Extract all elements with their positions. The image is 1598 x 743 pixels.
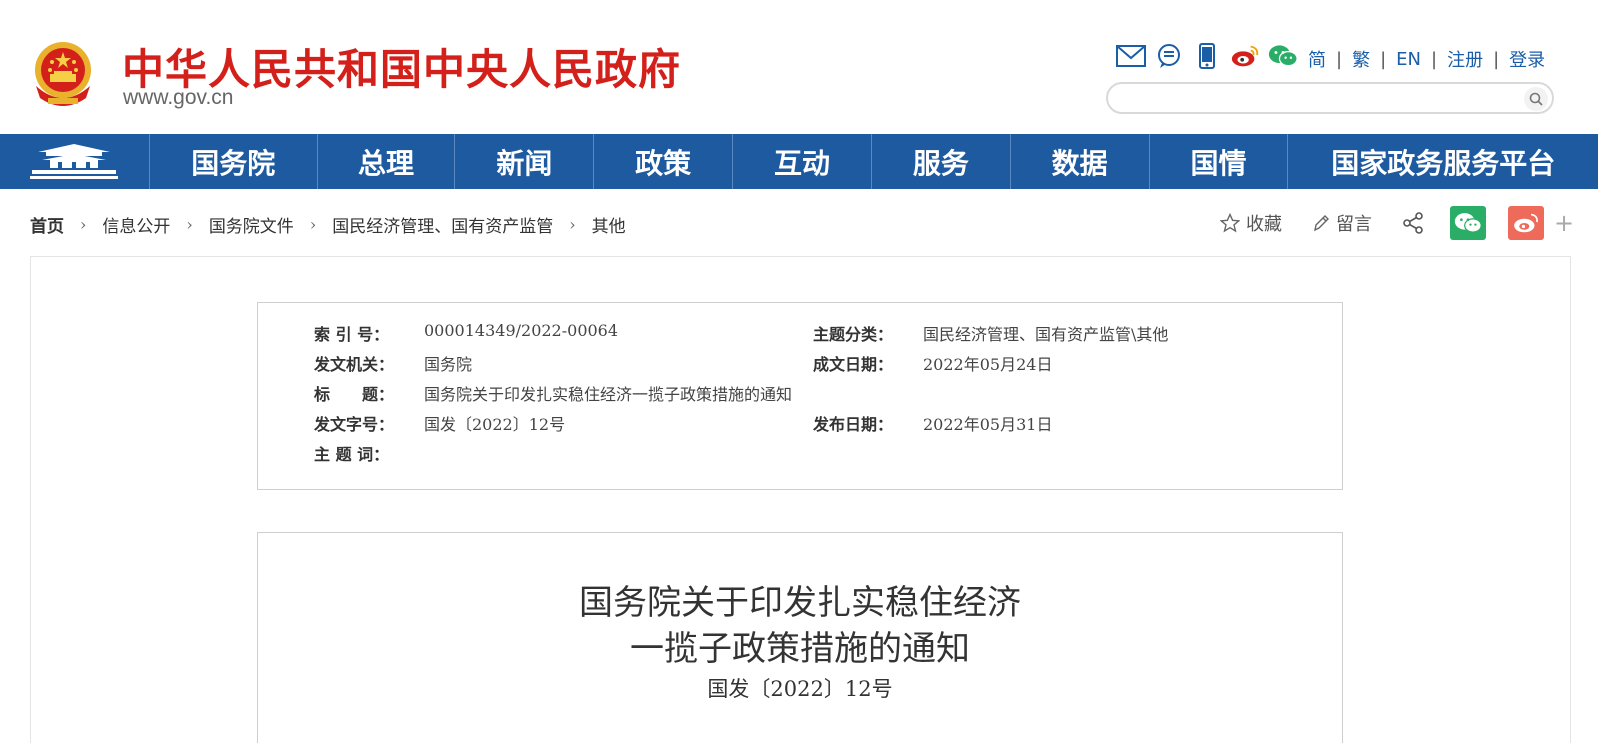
chat-icon[interactable] [1154, 42, 1184, 70]
document-title-line-1: 国务院关于印发扎实稳住经济 [579, 583, 1021, 623]
nav-item-interaction[interactable]: 互动 [733, 134, 872, 189]
meta-publish-date-value: 2022年05月31日 [923, 415, 1053, 434]
meta-title-row: 标 题： 国务院关于印发扎实稳住经济一揽子政策措施的通知 [314, 381, 792, 405]
nav-item-policy[interactable]: 政策 [594, 134, 734, 189]
chevron-right-icon: › [309, 215, 317, 234]
document-metadata: 索 引 号： 000014349/2022-00064 主题分类： 国民经济管理… [257, 302, 1343, 490]
share-button[interactable] [1402, 212, 1430, 234]
breadcrumb-home[interactable]: 首页 [30, 212, 64, 237]
mail-icon[interactable] [1116, 42, 1146, 70]
language-links: 简 | 繁 | EN | 注册 | 登录 [1308, 46, 1545, 72]
meta-index-label: 索 引 号： [314, 325, 390, 344]
mobile-icon[interactable] [1192, 42, 1222, 70]
favorite-label: 收藏 [1246, 214, 1282, 235]
meta-index-row: 索 引 号： 000014349/2022-00064 [314, 321, 618, 345]
document-number: 国发〔2022〕12号 [707, 677, 893, 701]
meta-written-date-label: 成文日期： [813, 355, 894, 374]
nav-item-premier[interactable]: 总理 [318, 134, 456, 189]
meta-keywords-row: 主 题 词： [314, 441, 424, 465]
top-icon-bar [1116, 42, 1298, 70]
nav-item-national-profile[interactable]: 国情 [1150, 134, 1289, 189]
nav-item-news[interactable]: 新闻 [455, 134, 595, 189]
breadcrumb-category[interactable]: 国民经济管理、国有资产监管 [332, 212, 553, 237]
meta-doc-no-label: 发文字号： [314, 415, 395, 434]
nav-item-data[interactable]: 数据 [1011, 134, 1150, 189]
login-link[interactable]: 登录 [1509, 46, 1545, 72]
separator: | [1493, 48, 1500, 70]
national-emblem-icon[interactable] [30, 40, 96, 112]
nav-item-services[interactable]: 服务 [872, 134, 1011, 189]
document-body: 国务院关于印发扎实稳住经济 一揽子政策措施的通知 国发〔2022〕12号 [257, 532, 1343, 743]
document-title-line-2: 一揽子政策措施的通知 [630, 629, 970, 669]
more-share-button[interactable]: + [1554, 209, 1574, 237]
simplified-chinese-link[interactable]: 简 [1308, 46, 1326, 72]
search-button[interactable] [1524, 87, 1548, 111]
breadcrumb-info-public[interactable]: 信息公开 [102, 212, 170, 237]
star-icon [1220, 213, 1240, 233]
weibo-icon [1514, 213, 1538, 233]
meta-topic-row: 主题分类： 国民经济管理、国有资产监管\其他 [813, 321, 1168, 345]
comment-button[interactable]: 留言 [1312, 210, 1372, 236]
chevron-right-icon: › [569, 215, 576, 234]
meta-publish-date-row: 发布日期： 2022年05月31日 [813, 411, 1052, 435]
site-header: 中华人民共和国中央人民政府 www.gov.cn 简 | 繁 | EN | 注册… [0, 0, 1598, 134]
english-link[interactable]: EN [1396, 49, 1421, 70]
comment-label: 留言 [1336, 214, 1372, 235]
separator: | [1431, 48, 1438, 70]
weibo-icon[interactable] [1230, 42, 1260, 70]
traditional-chinese-link[interactable]: 繁 [1352, 46, 1370, 72]
meta-publish-date-label: 发布日期： [813, 415, 894, 434]
breadcrumb-council-docs[interactable]: 国务院文件 [209, 212, 294, 237]
meta-title-value: 国务院关于印发扎实稳住经济一揽子政策措施的通知 [424, 385, 793, 404]
search-icon [1529, 92, 1543, 106]
share-weibo-button[interactable] [1508, 206, 1544, 240]
pencil-icon [1314, 215, 1329, 232]
article-tools: 收藏 留言 + [1220, 206, 1574, 240]
breadcrumb-other[interactable]: 其他 [592, 212, 626, 237]
separator: | [1380, 48, 1387, 70]
meta-issuer-label: 发文机关： [314, 355, 395, 374]
meta-title-label: 标 题： [314, 385, 395, 404]
meta-keywords-label: 主 题 词： [314, 445, 390, 464]
breadcrumb: 首页 › 信息公开 › 国务院文件 › 国民经济管理、国有资产监管 › 其他 [30, 212, 626, 237]
meta-index-value: 000014349/2022-00064 [424, 321, 619, 340]
share-wechat-button[interactable] [1450, 206, 1486, 240]
meta-doc-no-value: 国发〔2022〕12号 [424, 415, 566, 434]
chevron-right-icon: › [186, 215, 193, 234]
search-box [1106, 82, 1554, 114]
site-url[interactable]: www.gov.cn [123, 86, 234, 110]
meta-topic-label: 主题分类： [813, 325, 894, 344]
meta-issuer-value: 国务院 [424, 355, 473, 374]
share-icon [1403, 212, 1423, 234]
chevron-right-icon: › [80, 215, 87, 234]
nav-item-gov-service-platform[interactable]: 国家政务服务平台 [1288, 134, 1598, 189]
search-input[interactable] [1122, 88, 1502, 110]
nav-item-state-council[interactable]: 国务院 [150, 134, 318, 189]
register-link[interactable]: 注册 [1447, 46, 1483, 72]
favorite-button[interactable]: 收藏 [1220, 210, 1282, 236]
meta-written-date-row: 成文日期： 2022年05月24日 [813, 351, 1052, 375]
main-nav: 国务院 总理 新闻 政策 互动 服务 数据 国情 国家政务服务平台 [0, 134, 1598, 189]
separator: | [1336, 48, 1343, 70]
meta-doc-no-row: 发文字号： 国发〔2022〕12号 [314, 411, 565, 435]
meta-written-date-value: 2022年05月24日 [923, 355, 1053, 374]
meta-issuer-row: 发文机关： 国务院 [314, 351, 472, 375]
wechat-icon[interactable] [1268, 42, 1298, 70]
tiananmen-icon[interactable] [0, 134, 150, 189]
meta-topic-value: 国民经济管理、国有资产监管\其他 [923, 325, 1169, 344]
wechat-icon [1454, 213, 1482, 233]
